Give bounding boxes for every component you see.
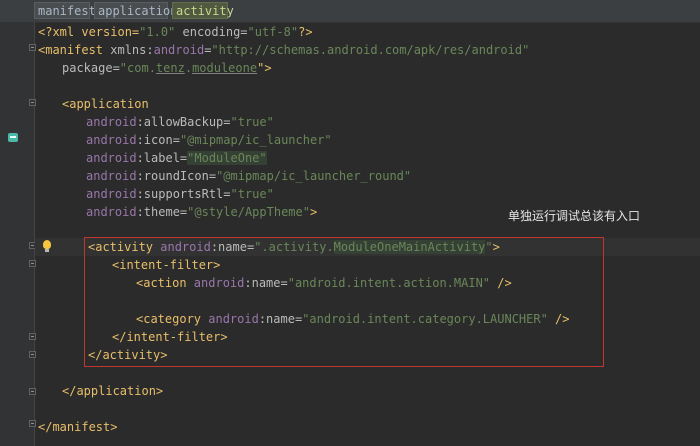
code-line-17: </application> <box>62 384 164 398</box>
code-line-18: </manifest> <box>38 420 118 434</box>
code-line-1: <?xml version="1.0" encoding="utf-8"?> <box>38 25 313 39</box>
fold-marker-application[interactable] <box>29 99 36 106</box>
code-line-5: android:allowBackup="true" <box>86 115 274 129</box>
annotation-label: 单独运行调试总该有入口 <box>508 209 641 223</box>
lightbulb-icon[interactable] <box>43 240 51 252</box>
code-line-10: android:theme="@style/AppTheme"> <box>86 205 318 219</box>
code-line-9: android:supportsRtl="true" <box>86 187 274 201</box>
fold-marker-intent-filter-end[interactable] <box>29 333 36 340</box>
android-icon[interactable] <box>8 133 18 142</box>
code-line-6: android:icon="@mipmap/ic_launcher" <box>86 133 332 147</box>
code-line-3: package="com.tenz.moduleone"> <box>62 61 272 75</box>
breadcrumb-manifest[interactable]: manifest <box>34 2 96 19</box>
code-line-8: android:roundIcon="@mipmap/ic_launcher_r… <box>86 169 412 183</box>
fold-marker-manifest-end[interactable] <box>29 420 36 427</box>
fold-marker-intent-filter[interactable] <box>29 260 36 267</box>
breadcrumb-application[interactable]: application <box>94 2 177 19</box>
code-line-4: <application <box>62 97 149 111</box>
breadcrumb-activity[interactable]: activity <box>172 2 234 19</box>
fold-marker-manifest[interactable] <box>29 44 36 51</box>
code-line-2: <manifest xmlns:android="http://schemas.… <box>38 43 530 57</box>
annotation-highlight-box <box>84 237 604 367</box>
fold-marker-activity-end[interactable] <box>29 351 36 358</box>
breadcrumb: manifest application activity <box>0 0 700 23</box>
fold-marker-application-end[interactable] <box>29 388 36 395</box>
editor-gutter[interactable] <box>0 22 35 446</box>
code-line-7: android:label="ModuleOne" <box>86 151 267 165</box>
